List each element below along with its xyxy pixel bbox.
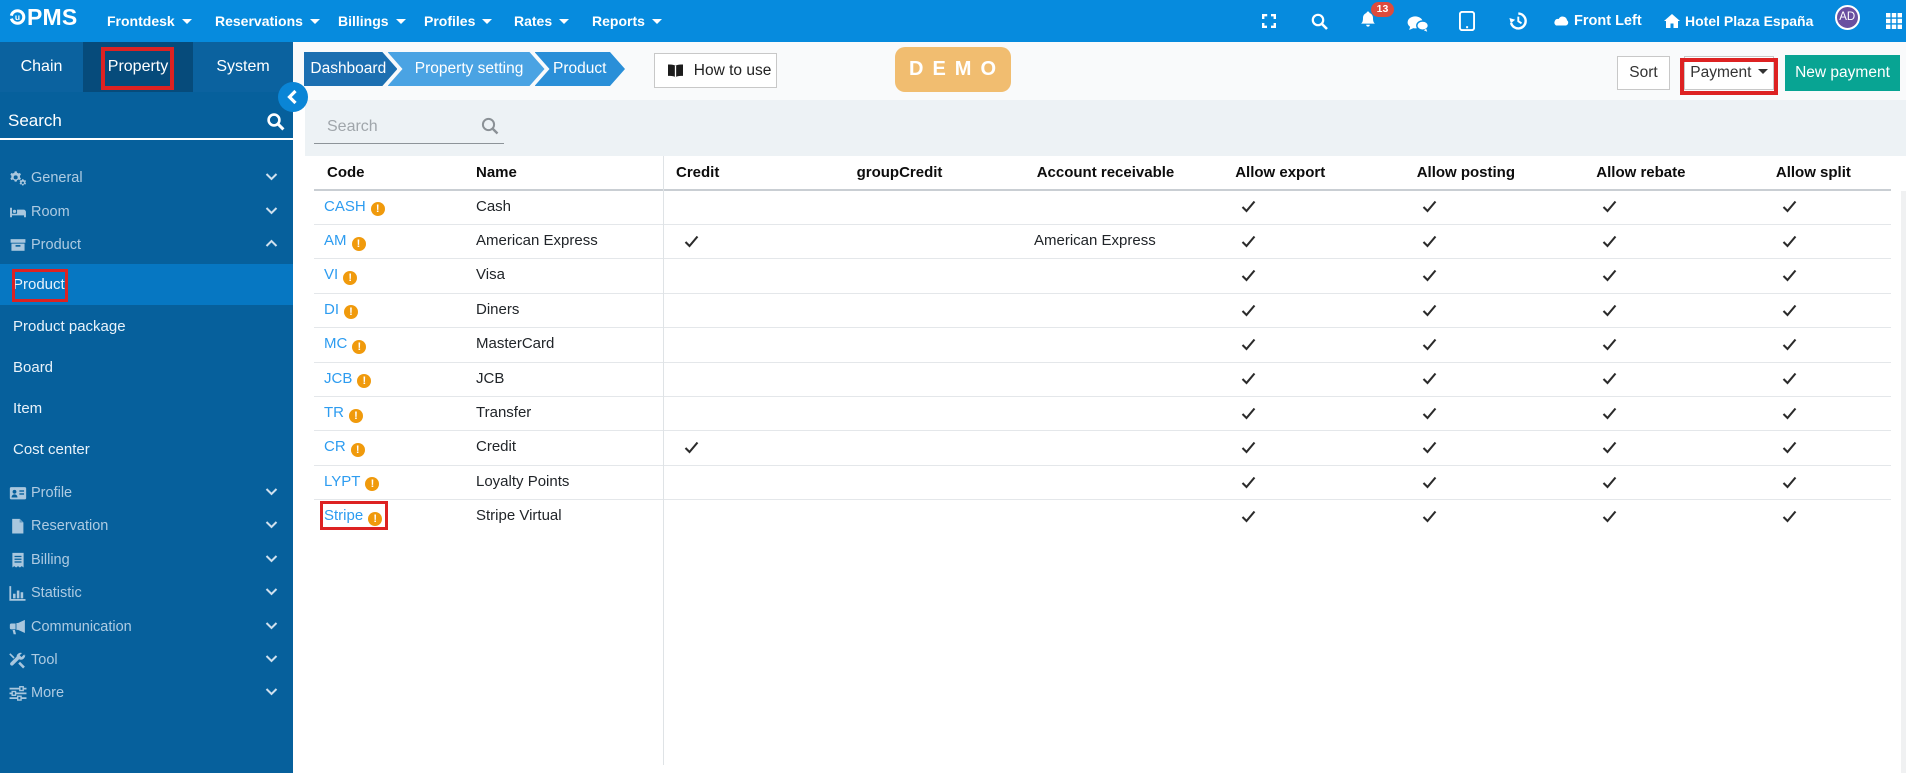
svg-text:u: u (15, 12, 20, 22)
